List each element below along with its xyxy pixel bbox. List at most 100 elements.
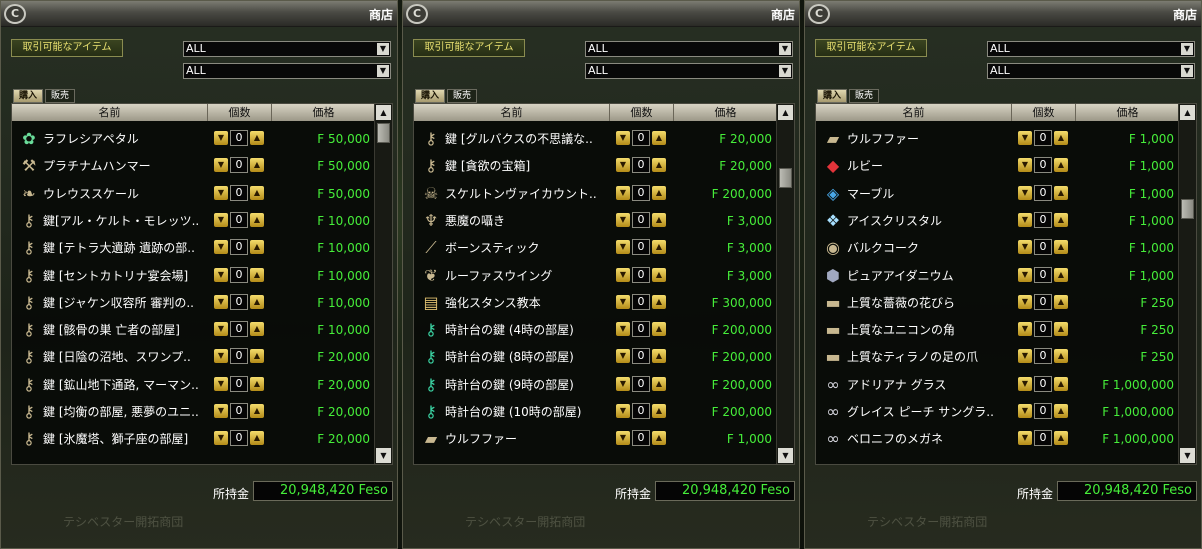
- item-row[interactable]: ⚷ 時計台の鍵 (8時の部屋) ▼ 0 ▲ F 200,000: [414, 344, 776, 371]
- item-row[interactable]: ▬ 上質なティラノの足の爪 ▼ 0 ▲ F 250: [816, 344, 1178, 371]
- item-row[interactable]: ⚷ 時計台の鍵 (9時の部屋) ▼ 0 ▲ F 200,000: [414, 372, 776, 399]
- quantity-input[interactable]: 0: [230, 239, 248, 256]
- quantity-input[interactable]: 0: [1034, 266, 1052, 283]
- quantity-increase-button[interactable]: ▲: [250, 431, 264, 446]
- category-select-1[interactable]: ALL ▼: [183, 41, 391, 57]
- quantity-input[interactable]: 0: [230, 184, 248, 201]
- item-row[interactable]: ⚷ 鍵 [セントカトリナ宴会場] ▼ 0 ▲ F 10,000: [12, 263, 374, 290]
- item-row[interactable]: ⚒ プラチナムハンマー ▼ 0 ▲ F 50,000: [12, 153, 374, 180]
- quantity-increase-button[interactable]: ▲: [652, 185, 666, 200]
- quantity-input[interactable]: 0: [632, 430, 650, 447]
- item-row[interactable]: ◈ マーブル ▼ 0 ▲ F 1,000: [816, 181, 1178, 208]
- quantity-input[interactable]: 0: [1034, 239, 1052, 256]
- quantity-increase-button[interactable]: ▲: [652, 404, 666, 418]
- item-row[interactable]: ∞ ベロニフのメガネ ▼ 0 ▲ F 1,000,000: [816, 426, 1178, 453]
- item-row[interactable]: ⚷ 時計台の鍵 (4時の部屋) ▼ 0 ▲ F 200,000: [414, 317, 776, 344]
- quantity-input[interactable]: 0: [1034, 130, 1052, 146]
- quantity-input[interactable]: 0: [632, 293, 650, 310]
- quantity-input[interactable]: 0: [230, 348, 248, 365]
- quantity-decrease-button[interactable]: ▼: [1018, 267, 1032, 282]
- window-titlebar[interactable]: C 商店: [805, 1, 1201, 27]
- tab-sell[interactable]: 販売: [849, 89, 879, 103]
- quantity-decrease-button[interactable]: ▼: [1018, 294, 1032, 309]
- quantity-input[interactable]: 0: [1034, 403, 1052, 419]
- quantity-increase-button[interactable]: ▲: [652, 212, 666, 227]
- quantity-decrease-button[interactable]: ▼: [214, 212, 228, 227]
- list-scrollbar[interactable]: ▲ ▼: [1178, 104, 1196, 464]
- quantity-increase-button[interactable]: ▲: [652, 294, 666, 309]
- quantity-decrease-button[interactable]: ▼: [1018, 212, 1032, 227]
- quantity-input[interactable]: 0: [230, 130, 248, 146]
- item-row[interactable]: ∞ アドリアナ グラス ▼ 0 ▲ F 1,000,000: [816, 372, 1178, 399]
- item-row[interactable]: ❦ ルーファスウイング ▼ 0 ▲ F 3,000: [414, 263, 776, 290]
- quantity-decrease-button[interactable]: ▼: [616, 267, 630, 282]
- quantity-increase-button[interactable]: ▲: [250, 185, 264, 200]
- item-row[interactable]: ⚷ 鍵 [貪欲の宝箱] ▼ 0 ▲ F 20,000: [414, 153, 776, 180]
- quantity-input[interactable]: 0: [1034, 348, 1052, 365]
- quantity-increase-button[interactable]: ▲: [1054, 240, 1068, 255]
- category-select-1[interactable]: ALL ▼: [987, 41, 1195, 57]
- scrollbar-thumb[interactable]: [377, 123, 390, 143]
- tab-sell[interactable]: 販売: [45, 89, 75, 103]
- quantity-decrease-button[interactable]: ▼: [616, 431, 630, 446]
- quantity-decrease-button[interactable]: ▼: [1018, 158, 1032, 173]
- quantity-increase-button[interactable]: ▲: [1054, 349, 1068, 364]
- quantity-input[interactable]: 0: [230, 293, 248, 310]
- item-row[interactable]: ⚷ 鍵 [ジャケン収容所 審判の.. ▼ 0 ▲ F 10,000: [12, 290, 374, 317]
- quantity-input[interactable]: 0: [1034, 375, 1052, 392]
- quantity-column-header[interactable]: 個数: [610, 104, 674, 121]
- quantity-decrease-button[interactable]: ▼: [214, 240, 228, 255]
- quantity-input[interactable]: 0: [230, 430, 248, 447]
- quantity-increase-button[interactable]: ▲: [250, 322, 264, 337]
- quantity-decrease-button[interactable]: ▼: [1018, 322, 1032, 337]
- item-row[interactable]: ◆ ルビー ▼ 0 ▲ F 1,000: [816, 153, 1178, 180]
- item-row[interactable]: ▬ 上質なユニコンの角 ▼ 0 ▲ F 250: [816, 317, 1178, 344]
- item-row[interactable]: ⚷ 鍵 [骸骨の巣 亡者の部屋] ▼ 0 ▲ F 10,000: [12, 317, 374, 344]
- dropdown-arrow-icon[interactable]: ▼: [779, 65, 791, 77]
- quantity-increase-button[interactable]: ▲: [652, 158, 666, 173]
- scroll-down-icon[interactable]: ▼: [778, 448, 793, 463]
- item-row[interactable]: ▤ 強化スタンス教本 ▼ 0 ▲ F 300,000: [414, 290, 776, 317]
- quantity-decrease-button[interactable]: ▼: [214, 349, 228, 364]
- item-row[interactable]: ⚷ 鍵 [鉱山地下通路, マーマン.. ▼ 0 ▲ F 20,000: [12, 372, 374, 399]
- scroll-up-icon[interactable]: ▲: [1180, 105, 1195, 120]
- quantity-input[interactable]: 0: [1034, 321, 1052, 338]
- item-row[interactable]: ❧ ウレウススケール ▼ 0 ▲ F 50,000: [12, 181, 374, 208]
- item-row[interactable]: ✿ ラフレシアペタル ▼ 0 ▲ F 50,000: [12, 126, 374, 153]
- quantity-increase-button[interactable]: ▲: [250, 240, 264, 255]
- quantity-decrease-button[interactable]: ▼: [1018, 185, 1032, 200]
- quantity-input[interactable]: 0: [632, 321, 650, 338]
- quantity-input[interactable]: 0: [632, 266, 650, 283]
- quantity-input[interactable]: 0: [632, 184, 650, 201]
- item-row[interactable]: ⚷ 鍵 [グルバクスの不思議な.. ▼ 0 ▲ F 20,000: [414, 126, 776, 153]
- quantity-increase-button[interactable]: ▲: [250, 131, 264, 145]
- quantity-input[interactable]: 0: [632, 375, 650, 392]
- tab-buy[interactable]: 購入: [415, 89, 445, 103]
- quantity-decrease-button[interactable]: ▼: [214, 185, 228, 200]
- quantity-decrease-button[interactable]: ▼: [616, 322, 630, 337]
- quantity-input[interactable]: 0: [1034, 211, 1052, 228]
- dropdown-arrow-icon[interactable]: ▼: [779, 43, 791, 55]
- dropdown-arrow-icon[interactable]: ▼: [377, 43, 389, 55]
- price-column-header[interactable]: 価格: [674, 104, 778, 121]
- quantity-input[interactable]: 0: [632, 403, 650, 419]
- item-row[interactable]: ∞ グレイス ピーチ サングラ.. ▼ 0 ▲ F 1,000,000: [816, 399, 1178, 426]
- quantity-input[interactable]: 0: [632, 239, 650, 256]
- quantity-decrease-button[interactable]: ▼: [214, 294, 228, 309]
- scroll-down-icon[interactable]: ▼: [376, 448, 391, 463]
- quantity-decrease-button[interactable]: ▼: [1018, 376, 1032, 391]
- tab-buy[interactable]: 購入: [817, 89, 847, 103]
- quantity-increase-button[interactable]: ▲: [1054, 322, 1068, 337]
- quantity-increase-button[interactable]: ▲: [1054, 185, 1068, 200]
- item-row[interactable]: ⚷ 鍵[アル・ケルト・モレッツ.. ▼ 0 ▲ F 10,000: [12, 208, 374, 235]
- quantity-decrease-button[interactable]: ▼: [1018, 240, 1032, 255]
- quantity-increase-button[interactable]: ▲: [1054, 267, 1068, 282]
- quantity-decrease-button[interactable]: ▼: [214, 131, 228, 145]
- category-select-2[interactable]: ALL ▼: [987, 63, 1195, 79]
- quantity-input[interactable]: 0: [230, 211, 248, 228]
- category-select-2[interactable]: ALL ▼: [585, 63, 793, 79]
- item-row[interactable]: ⚷ 時計台の鍵 (10時の部屋) ▼ 0 ▲ F 200,000: [414, 399, 776, 426]
- dropdown-arrow-icon[interactable]: ▼: [1181, 43, 1193, 55]
- quantity-decrease-button[interactable]: ▼: [214, 158, 228, 173]
- item-row[interactable]: ▰ ウルフファー ▼ 0 ▲ F 1,000: [816, 126, 1178, 153]
